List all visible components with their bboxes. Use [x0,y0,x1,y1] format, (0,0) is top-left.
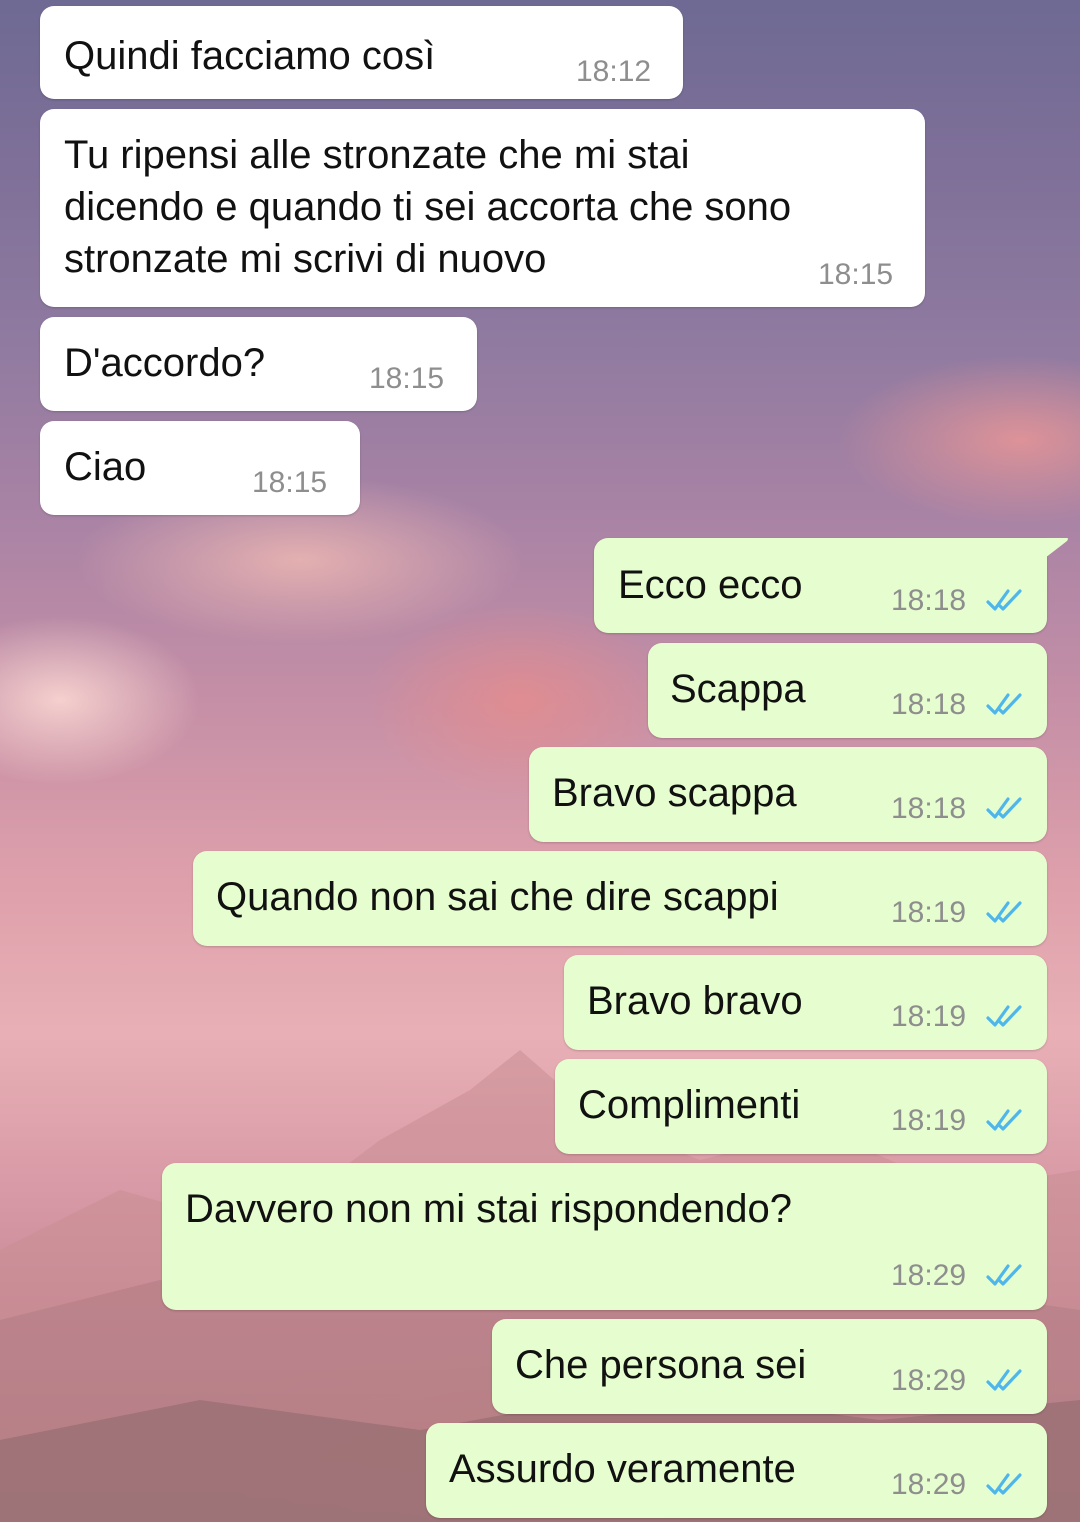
message-text: Bravo scappa [552,771,797,815]
incoming-message[interactable]: D'accordo? 18:15 [40,317,477,411]
double-check-icon [986,1109,1022,1131]
message-text: Ciao [64,445,147,489]
message-time: 18:29 [891,1364,967,1397]
double-check-icon [986,1369,1022,1391]
outgoing-message[interactable]: Davvero non mi stai rispondendo? 18:29 [162,1163,1047,1310]
outgoing-message[interactable]: Quando non sai che dire scappi 18:19 [193,851,1047,946]
double-check-icon [986,1005,1022,1027]
message-text: Quando non sai che dire scappi [216,875,779,919]
double-check-icon [986,1264,1022,1286]
outgoing-message[interactable]: Bravo bravo 18:19 [564,955,1047,1050]
message-time: 18:19 [891,1104,967,1137]
message-text: Scappa [670,667,806,711]
outgoing-message[interactable]: Ecco ecco 18:18 [594,538,1047,633]
outgoing-message[interactable]: Complimenti 18:19 [555,1059,1047,1154]
message-text: Bravo bravo [587,979,803,1023]
message-time: 18:29 [891,1259,967,1292]
message-time: 18:18 [891,688,967,721]
message-time: 18:15 [252,466,328,499]
outgoing-message[interactable]: Assurdo veramente 18:29 [426,1423,1047,1518]
outgoing-message[interactable]: Scappa 18:18 [648,643,1047,738]
incoming-message[interactable]: Tu ripensi alle stronzate che mi stai di… [40,109,925,307]
message-time: 18:15 [818,258,894,291]
message-time: 18:15 [369,362,445,395]
double-check-icon [986,589,1022,611]
double-check-icon [986,901,1022,923]
outgoing-message[interactable]: Che persona sei 18:29 [492,1319,1047,1414]
message-time: 18:29 [891,1468,967,1501]
double-check-icon [986,1473,1022,1495]
message-text: Ecco ecco [618,563,803,607]
bubble-tail [1045,538,1068,558]
message-text: Complimenti [578,1083,801,1127]
message-text: D'accordo? [64,341,266,385]
message-text: Davvero non mi stai rispondendo? [185,1187,793,1231]
double-check-icon [986,797,1022,819]
message-text: Assurdo veramente [449,1447,796,1491]
outgoing-message[interactable]: Bravo scappa 18:18 [529,747,1047,842]
message-text-line: dicendo e quando ti sei accorta che sono [64,185,792,229]
message-time: 18:19 [891,896,967,929]
message-time: 18:19 [891,1000,967,1033]
message-text: Che persona sei [515,1343,807,1387]
message-text-line: Tu ripensi alle stronzate che mi stai [64,133,690,177]
incoming-message[interactable]: Quindi facciamo così 18:12 [40,6,683,99]
message-time: 18:12 [576,55,652,88]
message-time: 18:18 [891,584,967,617]
double-check-icon [986,693,1022,715]
message-time: 18:18 [891,792,967,825]
message-text: Quindi facciamo così [64,34,436,78]
incoming-message[interactable]: Ciao 18:15 [40,421,360,515]
message-text-line: stronzate mi scrivi di nuovo [64,237,547,281]
